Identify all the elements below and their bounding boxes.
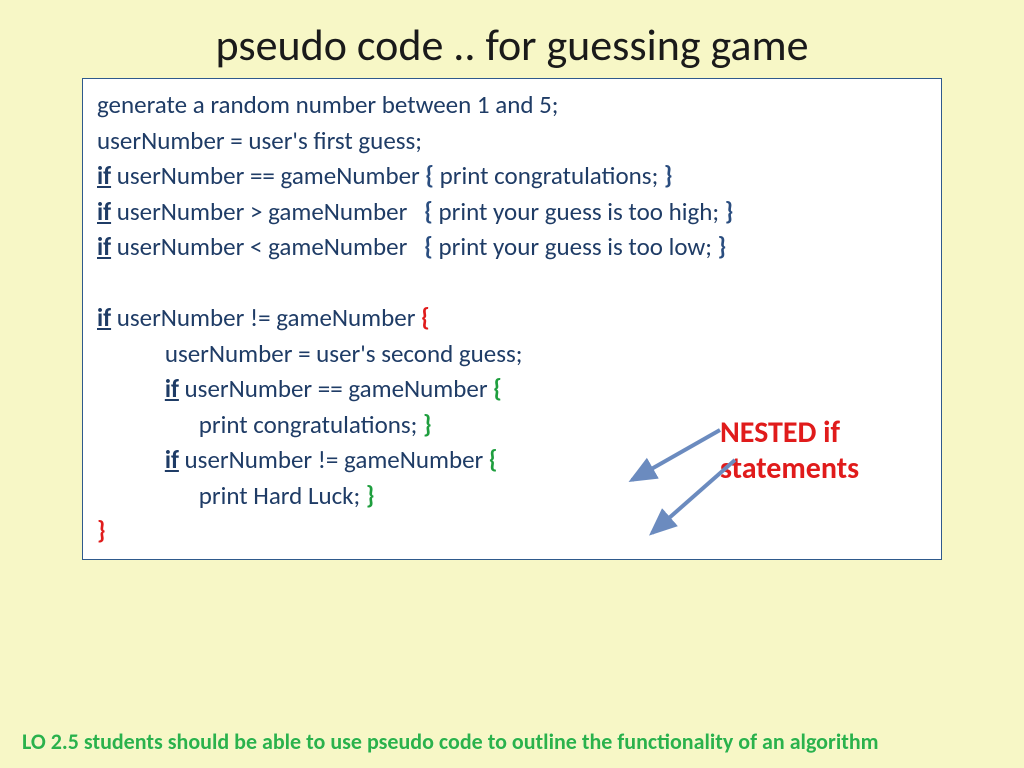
- nested-if-callout: NESTED if statements: [720, 415, 940, 487]
- code-line: if userNumber == gameNumber {: [97, 371, 927, 407]
- pseudocode-box: generate a random number between 1 and 5…: [82, 78, 942, 560]
- code-line: generate a random number between 1 and 5…: [97, 87, 927, 123]
- code-line: if userNumber == gameNumber { print cong…: [97, 158, 927, 194]
- code-line: [97, 265, 927, 301]
- code-line: if userNumber != gameNumber {: [97, 300, 927, 336]
- callout-line: NESTED if: [720, 415, 940, 451]
- code-line: }: [97, 513, 927, 549]
- code-line: if userNumber < gameNumber { print your …: [97, 229, 927, 265]
- callout-line: statements: [720, 451, 940, 487]
- code-line: userNumber = user's first guess;: [97, 123, 927, 159]
- learning-outcome-footer: LO 2.5 students should be able to use ps…: [22, 729, 1002, 756]
- slide-title: pseudo code .. for guessing game: [0, 0, 1024, 78]
- code-line: userNumber = user's second guess;: [97, 336, 927, 372]
- code-line: if userNumber > gameNumber { print your …: [97, 194, 927, 230]
